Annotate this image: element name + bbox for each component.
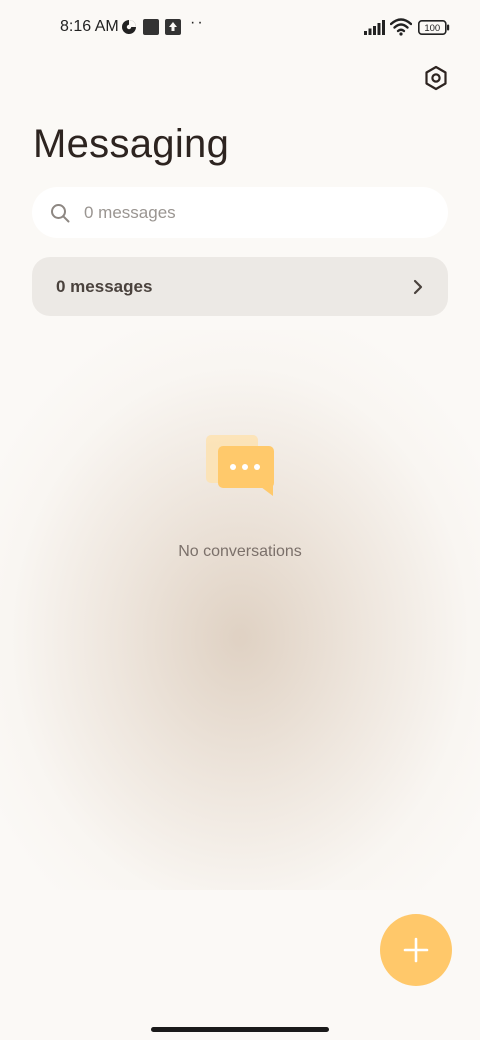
messages-row[interactable]: 0 messages	[32, 257, 448, 316]
status-time: 8:16 AM	[60, 18, 119, 35]
search-icon	[50, 203, 70, 223]
background-glow	[0, 330, 480, 890]
chat-bubbles-icon	[205, 434, 277, 500]
page-title: Messaging	[33, 122, 230, 166]
settings-button[interactable]	[420, 64, 452, 96]
home-indicator[interactable]	[151, 1027, 329, 1032]
empty-state-text: No conversations	[178, 543, 302, 560]
search-input[interactable]	[82, 201, 406, 224]
plus-icon	[402, 936, 430, 964]
new-conversation-button[interactable]	[380, 914, 452, 986]
messages-row-label: 0 messages	[56, 276, 153, 296]
status-bar: 8:16 AM ·· 100	[0, 0, 480, 56]
notification-square-icon	[143, 19, 159, 40]
signal-icon	[364, 20, 386, 40]
upload-icon	[165, 19, 181, 40]
battery-level: 100	[424, 23, 440, 34]
settings-hexagon-icon	[423, 65, 449, 96]
data-saver-icon	[121, 19, 137, 40]
chevron-right-icon	[412, 279, 424, 295]
wifi-icon	[389, 18, 413, 41]
more-notifications-dots: ··	[190, 14, 205, 31]
search-bar[interactable]	[32, 187, 448, 238]
battery-icon: 100	[418, 20, 450, 40]
